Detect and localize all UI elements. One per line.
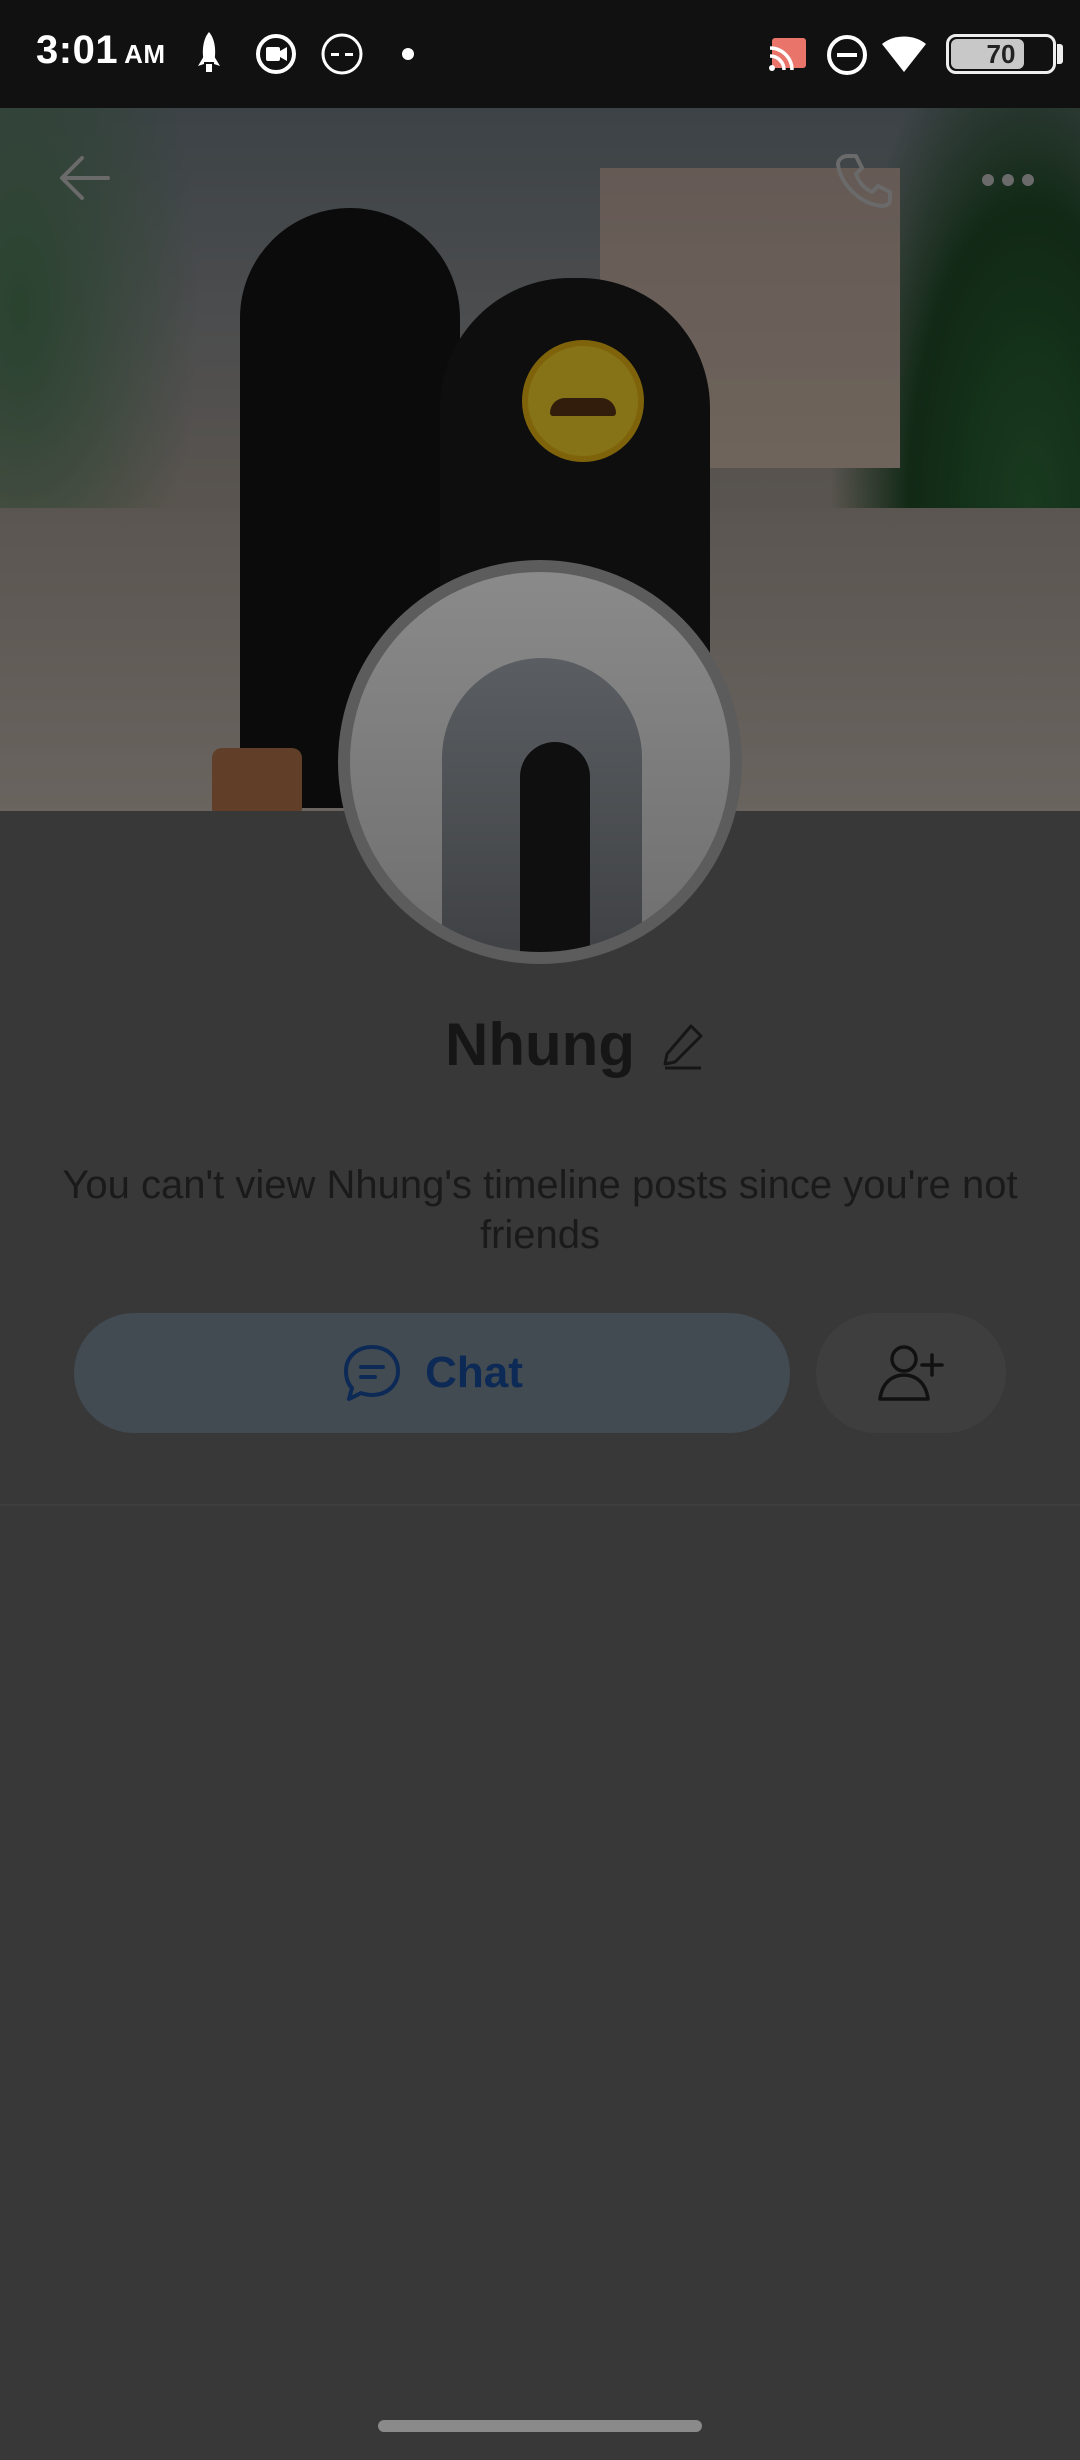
clock-text: 3:01 bbox=[36, 28, 119, 72]
back-arrow-icon[interactable] bbox=[56, 152, 112, 204]
add-friend-button[interactable] bbox=[816, 1313, 1006, 1433]
cast-icon bbox=[769, 38, 806, 71]
rocket-icon bbox=[198, 32, 220, 72]
avatar[interactable] bbox=[350, 572, 730, 952]
do-not-disturb-icon bbox=[827, 35, 867, 75]
gesture-home-bar[interactable] bbox=[378, 2420, 702, 2432]
profile-name: Nhung bbox=[445, 1011, 635, 1078]
battery-percent: 70 bbox=[986, 39, 1016, 69]
status-time: 3:01 AM bbox=[36, 28, 166, 73]
dot-icon bbox=[402, 48, 414, 60]
section-divider bbox=[0, 1504, 1080, 1506]
chat-button[interactable]: Chat bbox=[74, 1313, 790, 1433]
phone-call-icon[interactable] bbox=[834, 150, 894, 210]
chat-button-label: Chat bbox=[425, 1348, 523, 1397]
add-friend-icon bbox=[878, 1345, 944, 1401]
wifi-icon bbox=[882, 36, 926, 72]
more-dots-icon[interactable] bbox=[980, 170, 1036, 190]
chat-bubble-icon bbox=[344, 1345, 401, 1401]
clock-ampm: AM bbox=[124, 39, 166, 69]
avatar-person bbox=[520, 742, 590, 952]
dash-circle-icon bbox=[321, 33, 363, 75]
edit-pencil-icon[interactable] bbox=[661, 1022, 705, 1070]
battery-nub bbox=[1057, 44, 1063, 64]
not-friends-notice: You can't view Nhung's timeline posts si… bbox=[62, 1163, 1018, 1257]
status-bar: 3:01 AM 70 bbox=[0, 0, 1080, 108]
screen-record-icon bbox=[256, 34, 296, 74]
profile-name-row: Nhung bbox=[0, 1010, 1080, 1079]
battery-icon: 70 bbox=[946, 34, 1056, 74]
